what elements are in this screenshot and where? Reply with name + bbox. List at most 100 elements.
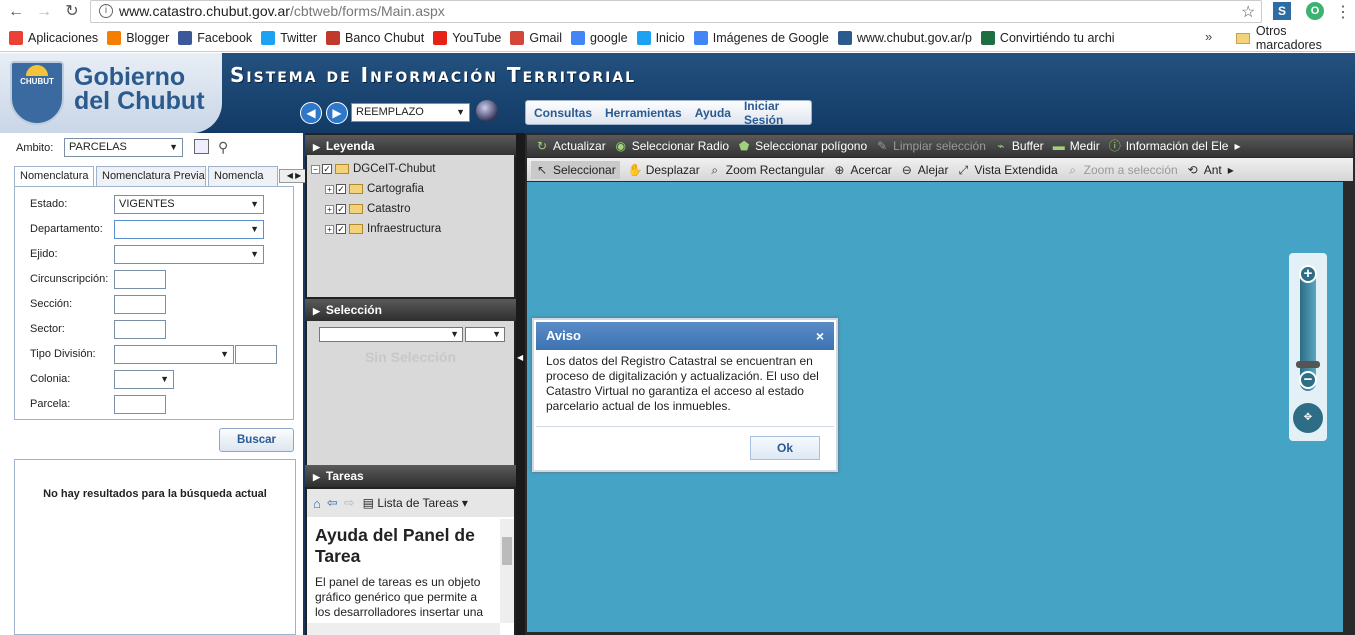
bookmark-item[interactable]: YouTube bbox=[433, 28, 501, 48]
map-toolbar-1: ↻ Actualizar ◉ Seleccionar Radio ⬟ Selecciona… bbox=[527, 135, 1353, 157]
bookmark-item[interactable]: Inicio bbox=[636, 28, 685, 48]
toolbar-overflow-icon[interactable]: ▸ bbox=[1228, 163, 1234, 177]
tool-zoom-in[interactable]: ⊕ Acercar bbox=[832, 163, 891, 177]
url-input[interactable]: i www.catastro.chubut.gov.ar/cbtweb/form… bbox=[90, 0, 1262, 23]
expand-icon[interactable]: + bbox=[325, 204, 334, 214]
extension-s-icon[interactable]: S bbox=[1273, 2, 1291, 20]
field-select[interactable]: VIGENTES ▼ bbox=[114, 195, 264, 214]
search-button[interactable]: Buscar bbox=[219, 428, 294, 452]
bookmark-item[interactable]: Imágenes de Google bbox=[693, 28, 829, 48]
menu-item[interactable]: Herramientas bbox=[605, 106, 682, 120]
field-input[interactable] bbox=[114, 295, 166, 314]
tab-nomenclatura-3[interactable]: Nomencla bbox=[208, 166, 278, 186]
tool-clear-selection[interactable]: ✎ Limpiar selección bbox=[875, 139, 986, 153]
tool-measure[interactable]: ▬ Medir bbox=[1052, 139, 1100, 153]
tree-node-cartografia[interactable]: + ✓ Cartografia bbox=[325, 183, 424, 195]
panel-splitter[interactable]: ◀ bbox=[516, 133, 525, 635]
back-arrow-icon[interactable]: ⇦ bbox=[327, 495, 338, 511]
tasks-header[interactable]: ▶ Tareas bbox=[305, 465, 516, 487]
bookmark-item[interactable]: Convirtiéndo tu archi bbox=[980, 28, 1115, 48]
tool-select-polygon[interactable]: ⬟ Seleccionar polígono bbox=[737, 139, 867, 153]
checkbox-checked-icon[interactable]: ✓ bbox=[336, 184, 346, 194]
field-select[interactable]: ▼ bbox=[114, 220, 264, 239]
legend-header[interactable]: ▶ Leyenda bbox=[305, 135, 516, 157]
globe-icon[interactable] bbox=[476, 100, 498, 122]
tool-select-radius[interactable]: ◉ Seleccionar Radio bbox=[614, 139, 729, 153]
reload-icon[interactable]: ↻ bbox=[62, 2, 82, 22]
mode-select[interactable]: REEMPLAZO ▼ bbox=[351, 103, 470, 122]
search-panel: Ambito: PARCELAS ▼ ⚲ Nomenclatura Nomenc… bbox=[0, 133, 309, 635]
menu-item[interactable]: Consultas bbox=[534, 106, 592, 120]
bookmark-item[interactable]: www.chubut.gov.ar/p bbox=[837, 28, 972, 48]
browser-menu-icon[interactable]: ⋮ bbox=[1335, 2, 1351, 22]
tree-node-root[interactable]: − ✓ DGCeIT-Chubut bbox=[311, 163, 435, 175]
back-arrow-icon[interactable]: ← bbox=[6, 2, 26, 22]
site-info-icon[interactable]: i bbox=[99, 4, 113, 18]
field-input[interactable] bbox=[114, 395, 166, 414]
home-icon[interactable]: ⌂ bbox=[313, 496, 321, 511]
tab-nomenclatura[interactable]: Nomenclatura bbox=[14, 166, 94, 187]
menu-item[interactable]: Ayuda bbox=[695, 106, 731, 120]
selection-header[interactable]: ▶ Selección bbox=[305, 299, 516, 321]
filter-icon[interactable]: ⚲ bbox=[218, 139, 228, 156]
forward-nav-icon[interactable]: ▶ bbox=[326, 102, 348, 124]
selection-layer-select[interactable]: ▼ bbox=[319, 327, 463, 342]
ambito-select[interactable]: PARCELAS ▼ bbox=[64, 138, 183, 157]
field-select[interactable]: ▼ bbox=[114, 345, 234, 364]
bookmarks-more-button[interactable]: » bbox=[1205, 29, 1212, 44]
toolbar-overflow-icon[interactable]: ▸ bbox=[1234, 139, 1240, 153]
tree-node-infraestructura[interactable]: + ✓ Infraestructura bbox=[325, 223, 441, 235]
tool-extent[interactable]: ⤢ Vista Extendida bbox=[956, 163, 1058, 177]
forward-arrow-icon[interactable]: → bbox=[34, 2, 54, 22]
bookmark-item[interactable]: Facebook bbox=[178, 28, 252, 48]
field-select[interactable]: ▼ bbox=[114, 370, 174, 389]
tool-buffer[interactable]: ⌁ Buffer bbox=[994, 139, 1043, 153]
bookmark-item[interactable]: Aplicaciones bbox=[9, 28, 98, 48]
task-list-button[interactable]: ▤ Lista de Tareas ▾ bbox=[363, 496, 468, 510]
back-nav-icon[interactable]: ◀ bbox=[300, 102, 322, 124]
forward-arrow-icon[interactable]: ⇨ bbox=[344, 495, 355, 511]
field-input[interactable] bbox=[114, 270, 166, 289]
bookmark-item[interactable]: Gmail bbox=[510, 28, 562, 48]
bookmark-item[interactable]: Twitter bbox=[261, 28, 317, 48]
expand-icon[interactable]: + bbox=[325, 224, 334, 234]
tool-previous-view[interactable]: ⟲ Ant bbox=[1186, 163, 1222, 177]
pan-arrows-icon[interactable]: ✥ bbox=[1293, 403, 1323, 433]
task-hscrollbar[interactable] bbox=[307, 623, 500, 635]
collapse-left-icon[interactable]: ◀ bbox=[517, 353, 523, 362]
checkbox-checked-icon[interactable]: ✓ bbox=[336, 204, 346, 214]
folder-icon bbox=[349, 184, 363, 194]
tool-pan-hand[interactable]: ✋ Desplazar bbox=[628, 163, 700, 177]
edit-icon[interactable] bbox=[194, 139, 209, 154]
bookmark-item[interactable]: Blogger bbox=[107, 28, 169, 48]
bookmark-star-icon[interactable]: ☆ bbox=[1241, 2, 1255, 22]
checkbox-checked-icon[interactable]: ✓ bbox=[336, 224, 346, 234]
zoom-in-button-icon[interactable]: + bbox=[1299, 265, 1317, 283]
tipo-division-extra-input[interactable] bbox=[235, 345, 277, 364]
close-icon[interactable]: × bbox=[816, 322, 824, 350]
tool-zoom-selection[interactable]: ⌕ Zoom a selección bbox=[1066, 163, 1177, 177]
ok-button[interactable]: Ok bbox=[750, 436, 820, 460]
task-scrollbar[interactable] bbox=[500, 519, 514, 623]
zoom-slider-thumb[interactable] bbox=[1296, 361, 1320, 368]
expand-icon[interactable]: + bbox=[325, 184, 334, 194]
tool-select-arrow[interactable]: ↖ Seleccionar bbox=[531, 160, 620, 179]
tool-info-element[interactable]: ⓘ Información del Ele bbox=[1108, 139, 1229, 153]
field-select[interactable]: ▼ bbox=[114, 245, 264, 264]
selection-item-select[interactable]: ▼ bbox=[465, 327, 505, 342]
other-bookmarks-button[interactable]: Otros marcadores bbox=[1236, 24, 1355, 52]
field-input[interactable] bbox=[114, 320, 166, 339]
bookmark-item[interactable]: Banco Chubut bbox=[326, 28, 424, 48]
checkbox-checked-icon[interactable]: ✓ bbox=[322, 164, 332, 174]
bookmark-item[interactable]: google bbox=[571, 28, 628, 48]
collapse-icon[interactable]: − bbox=[311, 164, 320, 174]
extension-green-icon[interactable]: O bbox=[1306, 2, 1324, 20]
tool-refresh[interactable]: ↻ Actualizar bbox=[535, 139, 606, 153]
tool-zoom-out[interactable]: ⊖ Alejar bbox=[900, 163, 949, 177]
logo-text: Gobierno del Chubut bbox=[74, 65, 205, 114]
menu-item[interactable]: Iniciar Sesión bbox=[744, 99, 798, 127]
zoom-out-button-icon[interactable]: − bbox=[1299, 371, 1317, 389]
tool-zoom-rect[interactable]: ⌕ Zoom Rectangular bbox=[708, 163, 824, 177]
tab-nomenclatura-previa[interactable]: Nomenclatura Previa bbox=[96, 166, 206, 186]
tree-node-catastro[interactable]: + ✓ Catastro bbox=[325, 203, 410, 215]
